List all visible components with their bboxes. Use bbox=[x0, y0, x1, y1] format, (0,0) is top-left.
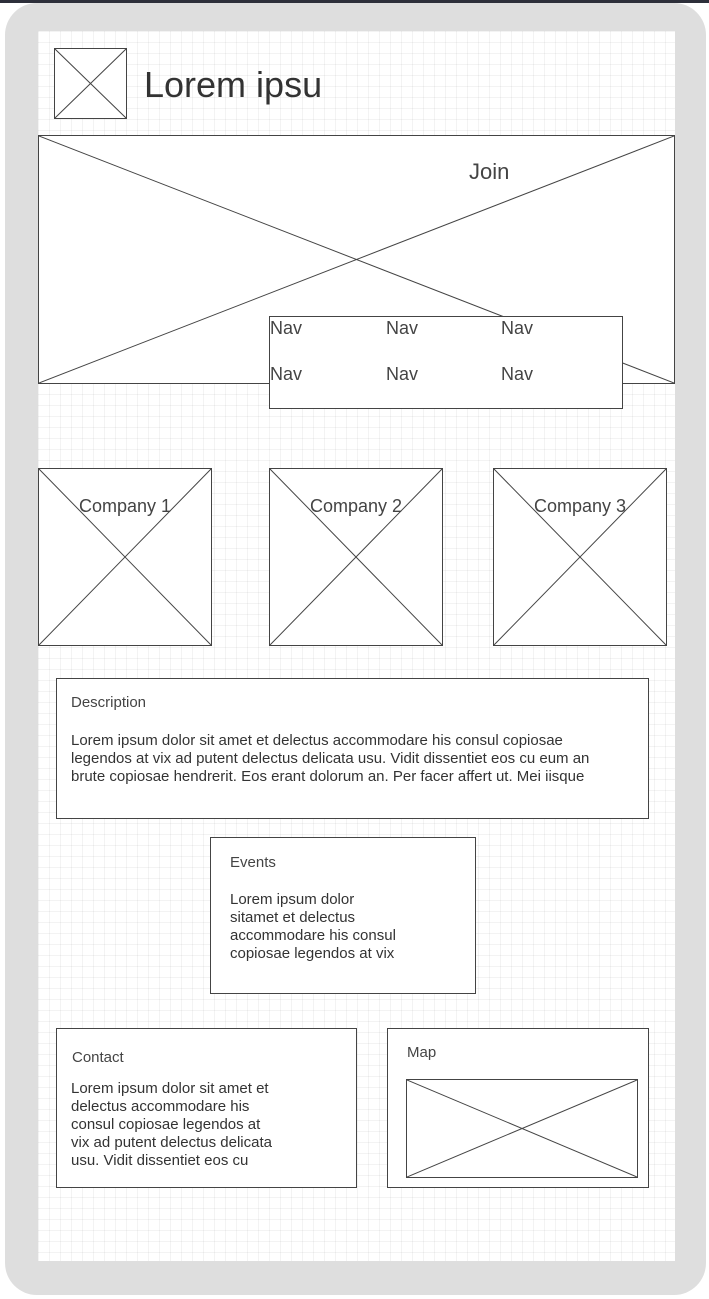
map-title: Map bbox=[407, 1044, 437, 1061]
company-3-label: Company 3 bbox=[533, 496, 627, 516]
nav-item-2[interactable]: Nav bbox=[386, 318, 418, 339]
nav-item-5[interactable]: Nav bbox=[386, 364, 418, 385]
events-line: accommodare his consul bbox=[230, 927, 396, 944]
join-button[interactable]: Join bbox=[469, 159, 509, 185]
description-card: Description Lorem ipsum dolor sit amet e… bbox=[56, 678, 649, 819]
contact-text: Lorem ipsum dolor sit amet et delectus a… bbox=[71, 1080, 351, 1170]
nav-item-1[interactable]: Nav bbox=[270, 318, 302, 339]
nav-item-4[interactable]: Nav bbox=[270, 364, 302, 385]
nav-item-6[interactable]: Nav bbox=[501, 364, 533, 385]
events-title: Events bbox=[230, 854, 276, 871]
description-line: legendos at vix ad putent delectus delic… bbox=[71, 750, 590, 767]
contact-title: Contact bbox=[72, 1049, 124, 1066]
company-2-tile[interactable]: Company 2 bbox=[269, 468, 443, 646]
description-text: Lorem ipsum dolor sit amet et delectus a… bbox=[71, 732, 641, 786]
nav-menu: Nav Nav Nav Nav Nav Nav bbox=[269, 316, 623, 409]
events-card: Events Lorem ipsum dolor sitamet et dele… bbox=[210, 837, 476, 994]
contact-card: Contact Lorem ipsum dolor sit amet et de… bbox=[56, 1028, 357, 1188]
contact-line: delectus accommodare his bbox=[71, 1098, 250, 1115]
events-text: Lorem ipsum dolor sitamet et delectus ac… bbox=[230, 891, 470, 963]
description-line: Lorem ipsum dolor sit amet et delectus a… bbox=[71, 732, 563, 749]
phone-screen: Lorem ipsu Join Nav Nav Nav Nav Nav Nav … bbox=[38, 31, 675, 1261]
map-image-placeholder[interactable] bbox=[406, 1079, 638, 1178]
company-3-tile[interactable]: Company 3 bbox=[493, 468, 667, 646]
page-title: Lorem ipsu bbox=[144, 64, 323, 105]
events-line: sitamet et delectus bbox=[230, 909, 356, 926]
contact-line: usu. Vidit dissentiet eos cu bbox=[71, 1152, 249, 1169]
contact-line: vix ad putent delectus delicata bbox=[71, 1134, 272, 1151]
contact-line: consul copiosae legendos at bbox=[71, 1116, 261, 1133]
company-2-label: Company 2 bbox=[309, 496, 403, 516]
company-1-tile[interactable]: Company 1 bbox=[38, 468, 212, 646]
map-card: Map bbox=[387, 1028, 649, 1188]
contact-line: Lorem ipsum dolor sit amet et bbox=[71, 1080, 269, 1097]
description-line: brute copiosae hendrerit. Eos erant dolo… bbox=[71, 768, 585, 785]
events-line: copiosae legendos at vix bbox=[230, 945, 395, 962]
company-1-label: Company 1 bbox=[78, 496, 172, 516]
description-title: Description bbox=[71, 694, 147, 711]
logo-image-placeholder bbox=[54, 48, 127, 119]
nav-item-3[interactable]: Nav bbox=[501, 318, 533, 339]
events-line: Lorem ipsum dolor bbox=[230, 891, 355, 908]
